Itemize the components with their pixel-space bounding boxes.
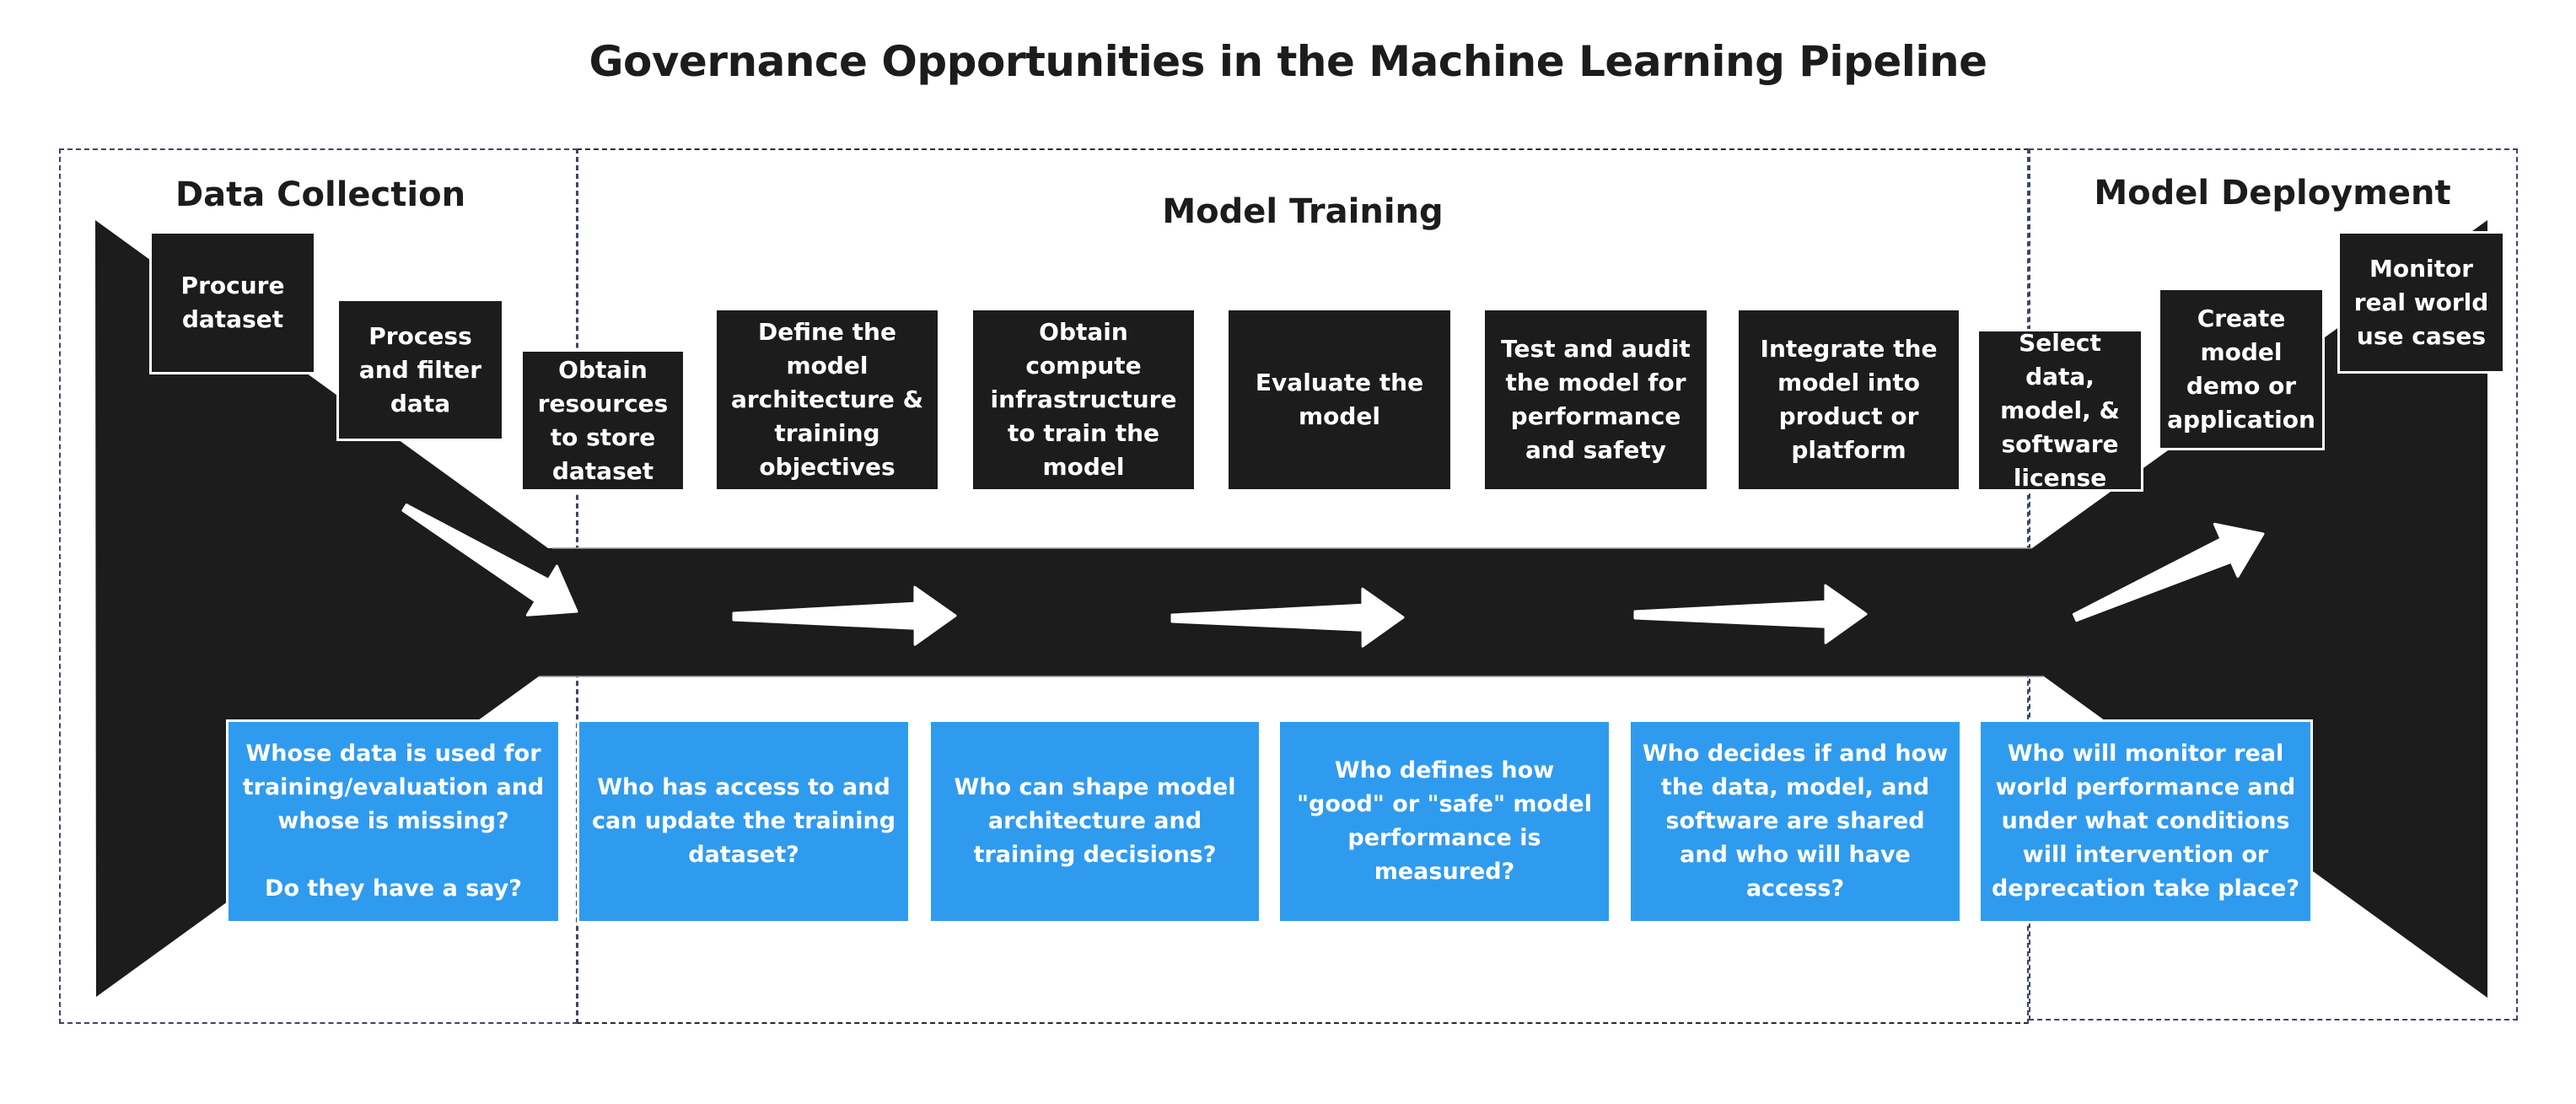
step-obtain-compute: Obtain compute infrastructure to train t… [971,308,1197,492]
step-create-demo: Create model demo or application [2158,288,2325,450]
step-label: Select data, model, & software license [2000,328,2120,492]
step-label: Test and audit the model for performance… [1501,335,1691,464]
diagram-canvas: Governance Opportunities in the Machine … [0,0,2576,1104]
step-label: Monitor real world use cases [2353,254,2489,350]
step-label: Evaluate the model [1255,369,1424,430]
step-define-architecture: Define the model architecture & training… [714,308,940,492]
section-title-model-training: Model Training [1162,192,1444,231]
question-dataset-access: Who has access to and can update the tra… [577,719,911,924]
step-obtain-storage: Obtain resources to store dataset [520,349,686,492]
question-architecture-decisions: Who can shape model architecture and tra… [928,719,1261,924]
section-title-data-collection: Data Collection [175,175,466,214]
step-label: Integrate the model into product or plat… [1760,335,1938,464]
question-monitoring-intervention: Who will monitor real world performance … [1978,719,2313,924]
step-procure-dataset: Procure dataset [149,231,316,374]
step-label: Procure dataset [180,272,285,333]
step-integrate-product: Integrate the model into product or plat… [1736,308,1961,492]
question-performance-definition: Who defines how "good" or "safe" model p… [1277,719,1611,924]
step-label: Define the model architecture & training… [730,318,924,481]
question-data-sources: Whose data is used for training/evaluati… [226,719,561,924]
step-label: Process and filter data [358,321,482,417]
question-sharing-access: Who decides if and how the data, model, … [1628,719,1962,924]
step-label: Obtain compute infrastructure to train t… [990,318,1177,481]
section-title-model-deployment: Model Deployment [2094,174,2451,213]
step-label: Create model demo or application [2167,304,2315,434]
step-process-filter-data: Process and filter data [336,299,504,441]
step-monitor-use-cases: Monitor real world use cases [2337,231,2505,374]
step-evaluate-model: Evaluate the model [1226,308,1453,492]
step-select-license: Select data, model, & software license [1976,329,2143,492]
pipeline-graphic [95,220,2487,998]
step-test-audit: Test and audit the model for performance… [1482,308,1709,492]
step-label: Obtain resources to store dataset [537,355,669,485]
